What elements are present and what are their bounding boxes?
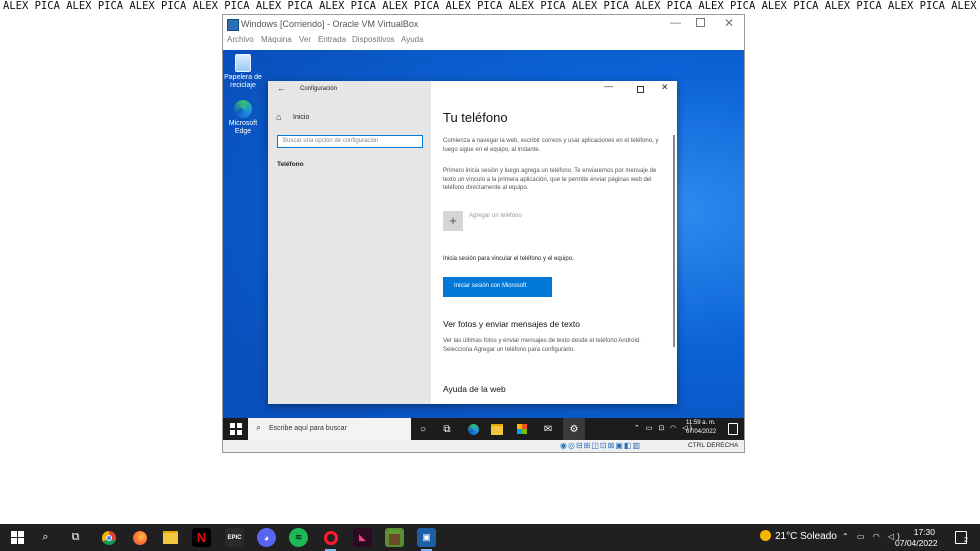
page-title: Tu teléfono	[443, 110, 508, 125]
menu-entrada[interactable]: Entrada	[318, 35, 346, 44]
vm-guest-desktop[interactable]: Papelera de reciclaje Microsoft Edge ← C…	[223, 50, 744, 452]
desktop-icon-label: Papelera de reciclaje	[224, 74, 262, 89]
guest-search-placeholder: Escribe aquí para buscar	[269, 425, 347, 432]
photos-heading: Ver fotos y enviar mensajes de texto	[443, 319, 581, 329]
virtualbox-icon	[227, 19, 239, 31]
desktop-edge[interactable]: Microsoft Edge	[223, 100, 263, 136]
signin-button-label: Iniciar sesión con Microsoft	[454, 283, 527, 289]
discord-icon[interactable]: ◕	[257, 528, 276, 547]
host-clock[interactable]: 17:30 07/04/2022	[895, 527, 938, 549]
menu-dispositivos[interactable]: Dispositivos	[352, 35, 395, 44]
epic-games-icon[interactable]: EPIC	[225, 528, 244, 547]
task-view-icon[interactable]: ⧉	[66, 528, 85, 547]
add-phone-label: Agregar un teléfono	[469, 213, 522, 219]
edge-taskbar-icon[interactable]	[465, 421, 481, 437]
windows-start-icon[interactable]	[8, 528, 27, 547]
intro-text-2: Primero inicia sesión y luego agrega un …	[443, 168, 657, 192]
settings-search-input[interactable]: Buscar una opción de configuración	[277, 135, 423, 148]
guest-clock-time[interactable]: 11:59 a. m.	[686, 420, 716, 426]
vm-titlebar[interactable]: Windows [Corriendo] - Oracle VM VirtualB…	[223, 15, 744, 34]
search-icon: ⌕	[256, 422, 262, 432]
store-icon[interactable]	[514, 421, 530, 437]
home-icon: ⌂	[276, 112, 282, 122]
host-date: 07/04/2022	[895, 538, 938, 548]
intro-text: Comienza a navegar la web, escribir corr…	[443, 138, 659, 153]
recycle-bin-icon	[235, 54, 251, 72]
vm-status-bar: ◉◎⊟⊞◫⊡⊠▣◧▥ CTRL DERECHA	[223, 440, 744, 452]
menu-maquina[interactable]: Máquina	[261, 35, 292, 44]
desktop-recycle-bin[interactable]: Papelera de reciclaje	[223, 54, 263, 90]
minecraft-icon[interactable]	[385, 528, 404, 547]
file-explorer-icon[interactable]	[489, 421, 505, 437]
host-time: 17:30	[913, 527, 935, 537]
menu-archivo[interactable]: Archivo	[227, 35, 254, 44]
virtualbox-window[interactable]: Windows [Corriendo] - Oracle VM VirtualB…	[222, 14, 745, 453]
host-taskbar: ⌕ ⧉ N EPIC ◕ ≋ ◣ ▣ 21°C Soleado ⌃ ▭ ◠ ◁)…	[0, 524, 980, 551]
desktop-icon-label: Microsoft Edge	[228, 120, 258, 135]
nav-home[interactable]: ⌂ Inicio	[276, 112, 426, 126]
guest-clock-date[interactable]: 07/04/2022	[686, 429, 716, 435]
vm-minimize-button[interactable]: —	[670, 17, 681, 29]
menu-ayuda[interactable]: Ayuda	[401, 35, 424, 44]
vm-device-icons[interactable]: ◉◎⊟⊞◫⊡⊠▣◧▥	[560, 441, 641, 450]
virtualbox-taskbar-icon[interactable]: ▣	[417, 528, 436, 551]
opera-icon[interactable]	[321, 528, 340, 551]
photos-text: Ver las últimas fotos y enviar mensajes …	[443, 338, 641, 353]
settings-close-button[interactable]: ✕	[661, 82, 669, 93]
settings-minimize-button[interactable]: —	[604, 81, 613, 91]
search-icon[interactable]: ⌕	[36, 528, 55, 547]
signin-microsoft-button[interactable]: Iniciar sesión con Microsoft	[443, 277, 552, 297]
notification-icon[interactable]	[728, 423, 738, 435]
vm-maximize-button[interactable]	[696, 18, 705, 27]
mail-icon[interactable]: ✉	[540, 421, 556, 437]
menu-ver[interactable]: Ver	[299, 35, 311, 44]
system-tray-icons[interactable]: ⌃ ▭ ⊡ ◠ ◁)	[634, 424, 694, 432]
settings-gear-icon[interactable]: ⚙	[563, 418, 585, 440]
netflix-icon[interactable]: N	[192, 528, 211, 547]
guest-search-box[interactable]: ⌕ Escribe aquí para buscar	[248, 418, 411, 440]
notification-count-badge: 2	[964, 537, 968, 544]
help-heading: Ayuda de la web	[443, 384, 506, 394]
edge-icon	[234, 100, 252, 118]
plus-icon: +	[443, 211, 463, 231]
settings-maximize-button[interactable]	[637, 86, 644, 93]
app-icon[interactable]: ◣	[353, 528, 372, 547]
search-placeholder: Buscar una opción de configuración	[283, 138, 379, 144]
back-arrow-icon[interactable]: ←	[277, 83, 286, 93]
chrome-icon[interactable]	[99, 528, 118, 547]
tray-icons[interactable]: ⌃ ▭ ◠ ◁)	[842, 532, 903, 541]
firefox-icon[interactable]	[130, 528, 149, 547]
settings-title: Configuración	[300, 86, 338, 92]
settings-sidebar: ← Configuración ⌂ Inicio Buscar una opci…	[268, 81, 431, 404]
settings-window[interactable]: ← Configuración ⌂ Inicio Buscar una opci…	[268, 81, 677, 404]
settings-content: — ✕ Tu teléfono Comienza a navegar la we…	[431, 81, 677, 404]
content-scrollbar[interactable]	[673, 135, 675, 347]
spotify-icon[interactable]: ≋	[289, 528, 308, 547]
add-phone-button[interactable]: + Agregar un teléfono	[443, 210, 603, 232]
vm-close-button[interactable]: ✕	[724, 16, 734, 30]
guest-taskbar: ⌕ Escribe aquí para buscar ○ ⧉ ✉ ⚙ ⌃ ▭ ⊡…	[223, 418, 744, 440]
vm-menubar: Archivo Máquina Ver Entrada Dispositivos…	[223, 34, 744, 48]
task-view-icon[interactable]: ⧉	[439, 421, 455, 437]
weather-text[interactable]: 21°C Soleado	[775, 531, 837, 542]
host-key-indicator[interactable]: CTRL DERECHA	[688, 442, 738, 449]
cortana-icon[interactable]: ○	[415, 421, 431, 437]
vm-window-title: Windows [Corriendo] - Oracle VM VirtualB…	[241, 19, 419, 29]
wallpaper-text: ALEX PICA ALEX PICA ALEX PICA ALEX PICA …	[3, 0, 977, 12]
nav-home-label: Inicio	[293, 114, 310, 121]
signin-note: Inicia sesión para vincular el teléfono …	[443, 256, 574, 262]
file-explorer-icon[interactable]	[161, 528, 180, 547]
weather-icon	[760, 530, 771, 541]
sidebar-item-telefono[interactable]: Teléfono	[277, 161, 304, 168]
windows-start-icon[interactable]	[230, 423, 242, 435]
